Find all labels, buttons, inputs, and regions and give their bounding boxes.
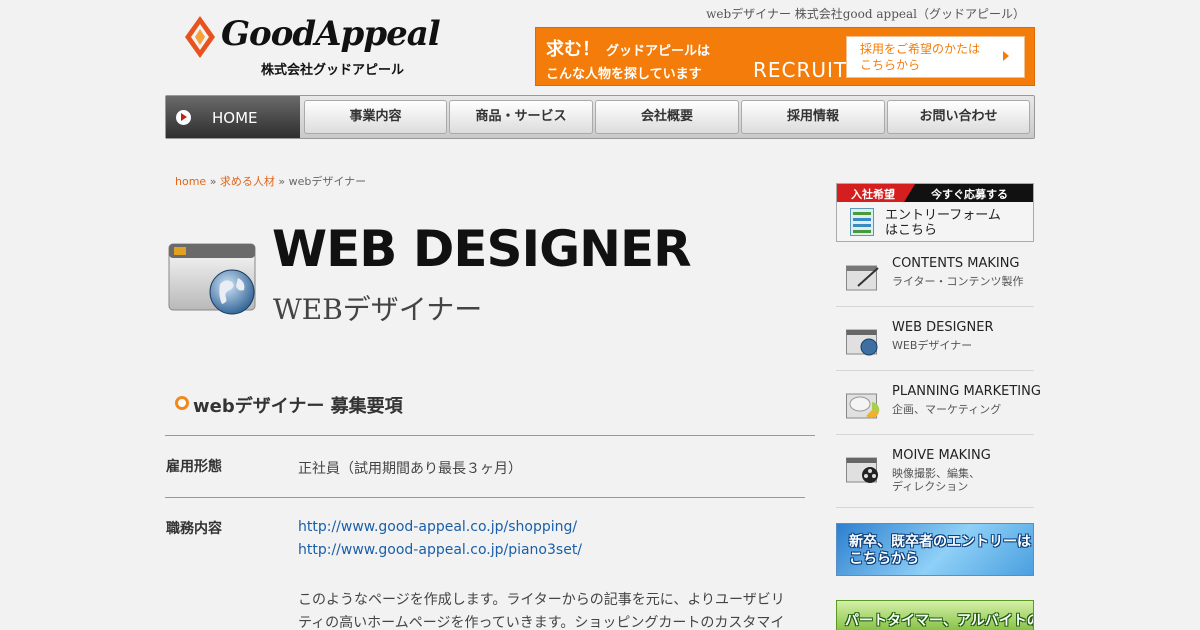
ring-bullet-icon xyxy=(175,396,189,410)
row-label-duties: 職務内容 xyxy=(166,521,222,537)
play-icon xyxy=(176,110,191,125)
sidebar-item-title: WEB DESIGNER xyxy=(892,320,994,335)
sidebar-item-web-designer[interactable]: WEB DESIGNER WEBデザイナー xyxy=(836,308,1034,371)
entry-form-button[interactable]: 入社希望 今すぐ応募する エントリーフォーム はこちら xyxy=(836,183,1034,242)
header-tagline: webデザイナー 株式会社good appeal（グッドアピール） xyxy=(706,7,1025,21)
recruit-cta-button[interactable]: 採用をご希望のかたは こちらから xyxy=(846,36,1025,78)
sidebar-item-planning-marketing[interactable]: PLANNING MARKETING 企画、マーケティング xyxy=(836,372,1041,435)
breadcrumb: home » 求める人材 » webデザイナー xyxy=(175,173,366,189)
entry-text-line1: エントリーフォーム xyxy=(885,208,1001,223)
chart-icon xyxy=(846,393,880,419)
breadcrumb-home-link[interactable]: home xyxy=(175,175,206,188)
piano-link[interactable]: http://www.good-appeal.co.jp/piano3set/ xyxy=(298,542,582,558)
divider xyxy=(165,435,815,436)
logo-subtitle: 株式会社グッドアピール xyxy=(261,63,405,78)
sidebar-item-subtitle: WEBデザイナー xyxy=(892,339,973,352)
entry-tag-apply: 今すぐ応募する xyxy=(931,188,1008,201)
nav-item-contact[interactable]: お問い合わせ xyxy=(887,100,1030,134)
main-nav: HOME 事業内容 商品・サービス 会社概要 採用情報 お問い合わせ xyxy=(165,95,1035,139)
divider xyxy=(165,497,805,498)
sidebar-item-movie-making[interactable]: MOIVE MAKING 映像撮影、編集、 ディレクション xyxy=(836,436,1034,508)
sidebar-item-title: PLANNING MARKETING xyxy=(892,384,1041,399)
sidebar-item-subtitle: ライター・コンテンツ製作 xyxy=(892,275,1024,288)
recruit-label: RECRUIT xyxy=(753,58,848,82)
duties-description: このようなページを作成します。ライターからの記事を元に、よりユーザビリティの高い… xyxy=(298,592,785,630)
nav-item-recruit[interactable]: 採用情報 xyxy=(741,100,885,134)
arrow-right-icon xyxy=(1003,51,1009,61)
nav-item-services[interactable]: 商品・サービス xyxy=(449,100,593,134)
header: GoodAppeal 株式会社グッドアピール webデザイナー 株式会社good… xyxy=(0,0,1200,95)
sidebar-item-subtitle-2: ディレクション xyxy=(892,480,969,493)
part-time-banner-text: パートタイマー、アルバイトの xyxy=(845,613,1034,629)
sidebar-item-subtitle: 企画、マーケティング xyxy=(892,403,1002,416)
recruit-cta-label: 採用をご希望のかたは こちらから xyxy=(860,42,981,72)
sidebar-item-contents-making[interactable]: CONTENTS MAKING ライター・コンテンツ製作 xyxy=(836,244,1034,307)
recruit-line2: こんな人物を探しています xyxy=(546,67,702,82)
page-title: WEB DESIGNER xyxy=(272,220,692,278)
nav-home-label: HOME xyxy=(212,109,258,127)
film-reel-icon xyxy=(846,457,878,483)
page-subtitle: WEBデザイナー xyxy=(273,293,483,326)
logo-wordmark: GoodAppeal xyxy=(221,14,441,54)
breadcrumb-current: webデザイナー xyxy=(288,175,367,188)
pen-icon xyxy=(846,265,879,291)
row-value-employment: 正社員（試用期間あり最長３ヶ月） xyxy=(298,461,522,477)
new-graduate-banner-text: 新卒、既卒者のエントリーはこちらから xyxy=(849,534,1031,567)
breadcrumb-separator: » xyxy=(278,175,286,188)
nav-item-company[interactable]: 会社概要 xyxy=(595,100,739,134)
new-graduate-entry-banner[interactable]: 新卒、既卒者のエントリーはこちらから xyxy=(836,523,1034,576)
sidebar-item-subtitle: 映像撮影、編集、 xyxy=(892,467,980,480)
row-label-employment: 雇用形態 xyxy=(166,459,222,475)
sidebar-item-title: MOIVE MAKING xyxy=(892,448,991,463)
section-title: webデザイナー 募集要項 xyxy=(193,396,403,417)
nav-item-home[interactable]: HOME xyxy=(166,96,300,138)
logo[interactable]: GoodAppeal 株式会社グッドアピール xyxy=(185,14,465,78)
recruit-lead: 求む！ xyxy=(546,39,600,60)
globe-icon xyxy=(846,329,878,356)
nav-item-business[interactable]: 事業内容 xyxy=(304,100,447,134)
recruit-line1: グッドアピールは xyxy=(606,44,711,59)
form-document-icon xyxy=(850,208,874,236)
recruit-banner[interactable]: 求む！ グッドアピールは こんな人物を探しています RECRUIT 採用をご希望の… xyxy=(535,27,1035,86)
shopping-link[interactable]: http://www.good-appeal.co.jp/shopping/ xyxy=(298,519,577,535)
logo-mark-icon xyxy=(185,16,215,58)
entry-tag-wish: 入社希望 xyxy=(851,188,895,201)
entry-text-line2: はこちら xyxy=(885,223,938,238)
sidebar-item-title: CONTENTS MAKING xyxy=(892,256,1020,271)
part-time-banner[interactable]: パートタイマー、アルバイトの xyxy=(836,600,1034,630)
breadcrumb-section-link[interactable]: 求める人材 xyxy=(220,175,275,188)
breadcrumb-separator: » xyxy=(209,175,217,188)
web-window-globe-icon xyxy=(168,243,256,315)
